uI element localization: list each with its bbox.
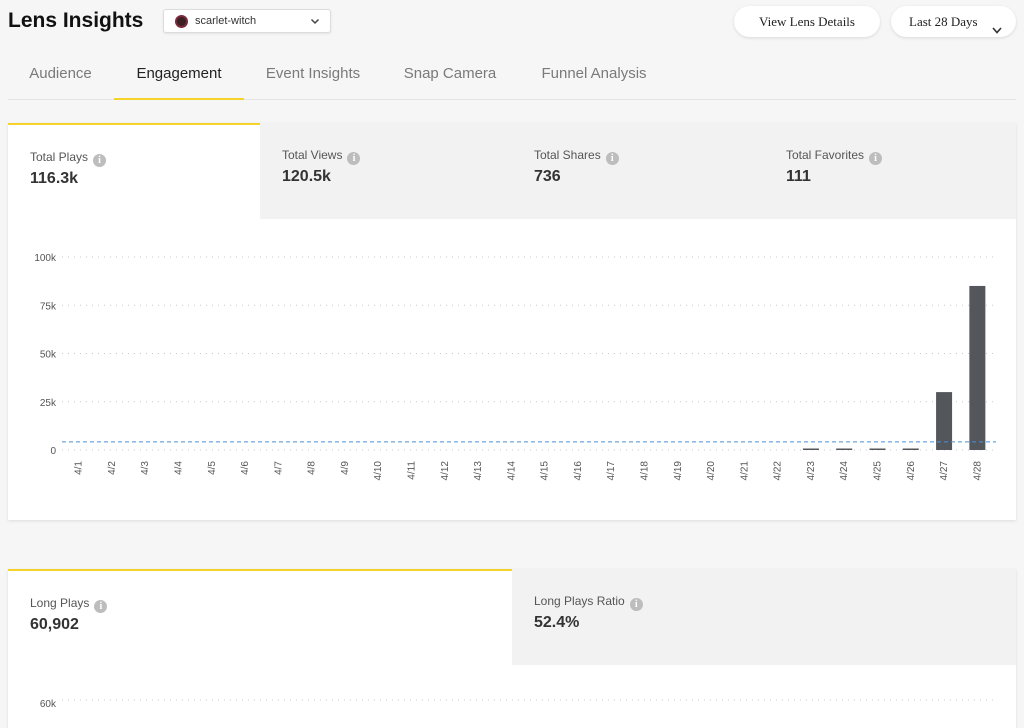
x-tick-label: 4/26 — [906, 461, 917, 481]
page-title: Lens Insights — [8, 9, 144, 32]
date-range-select[interactable]: Last 28 Days — [891, 6, 1016, 37]
lens-select[interactable]: scarlet-witch — [163, 9, 331, 33]
y-tick-label: 50k — [40, 350, 57, 361]
tab-bar: Audience Engagement Event Insights Snap … — [8, 52, 1016, 100]
x-tick-label: 4/22 — [773, 461, 784, 481]
y-tick-label: 60k — [40, 699, 57, 710]
x-tick-label: 4/28 — [972, 461, 983, 481]
x-tick-label: 4/11 — [407, 461, 418, 480]
bar — [802, 448, 819, 450]
x-tick-label: 4/14 — [506, 461, 517, 481]
x-tick-label: 4/24 — [839, 461, 850, 481]
x-tick-label: 4/21 — [739, 461, 750, 481]
x-tick-label: 4/23 — [806, 461, 817, 481]
long-plays-card: Long Plays i 60,902 Long Plays Ratio i 52.… — [8, 569, 1016, 728]
x-tick-label: 4/4 — [174, 461, 185, 475]
header: Lens Insights scarlet-witch View Lens De… — [0, 0, 1024, 44]
bar — [902, 448, 919, 450]
bar — [836, 448, 853, 450]
x-tick-label: 4/6 — [240, 461, 251, 475]
x-tick-label: 4/16 — [573, 461, 584, 481]
x-tick-label: 4/25 — [873, 461, 884, 481]
y-tick-label: 75k — [40, 301, 57, 312]
x-tick-label: 4/15 — [540, 461, 551, 481]
engagement-card: Total Plays i 116.3k Total Views i 120.5k … — [8, 123, 1016, 520]
tab-event-insights[interactable]: Event Insights — [257, 52, 369, 100]
view-lens-details-button[interactable]: View Lens Details — [734, 6, 880, 37]
lens-avatar — [175, 15, 188, 28]
x-tick-label: 4/3 — [140, 461, 151, 475]
x-tick-label: 4/27 — [939, 461, 950, 481]
bar — [969, 285, 986, 450]
x-tick-label: 4/12 — [440, 461, 451, 481]
date-range-label: Last 28 Days — [909, 14, 978, 29]
y-tick-label: 0 — [50, 446, 56, 457]
bar — [869, 448, 886, 450]
x-tick-label: 4/17 — [606, 461, 617, 481]
bar — [936, 392, 953, 450]
chevron-down-icon — [991, 16, 1003, 47]
tab-audience[interactable]: Audience — [16, 52, 105, 100]
x-tick-label: 4/9 — [340, 461, 351, 475]
total-plays-chart: 0 25k 50k 75k 100k 4/1 4/2 4/3 4/4 4/5 4/6 4/7 4/8 4/… — [34, 253, 996, 481]
x-tick-label: 4/7 — [273, 461, 284, 475]
x-tick-label: 4/13 — [473, 461, 484, 481]
x-tick-label: 4/5 — [207, 461, 218, 475]
tab-snap-camera[interactable]: Snap Camera — [395, 52, 505, 100]
y-tick-label: 25k — [40, 398, 57, 409]
y-tick-label: 100k — [34, 253, 57, 264]
long-plays-chart: 60k — [40, 699, 994, 710]
x-tick-label: 4/1 — [74, 461, 85, 475]
x-tick-label: 4/8 — [307, 461, 318, 475]
tab-funnel-analysis[interactable]: Funnel Analysis — [534, 52, 654, 100]
x-tick-label: 4/18 — [640, 461, 651, 481]
lens-select-value: scarlet-witch — [195, 15, 257, 27]
x-tick-label: 4/2 — [107, 461, 118, 475]
chevron-down-icon — [309, 14, 321, 32]
x-tick-label: 4/19 — [673, 461, 684, 481]
tab-engagement[interactable]: Engagement — [114, 52, 244, 100]
x-tick-label: 4/10 — [373, 461, 384, 481]
x-tick-label: 4/20 — [706, 461, 717, 481]
